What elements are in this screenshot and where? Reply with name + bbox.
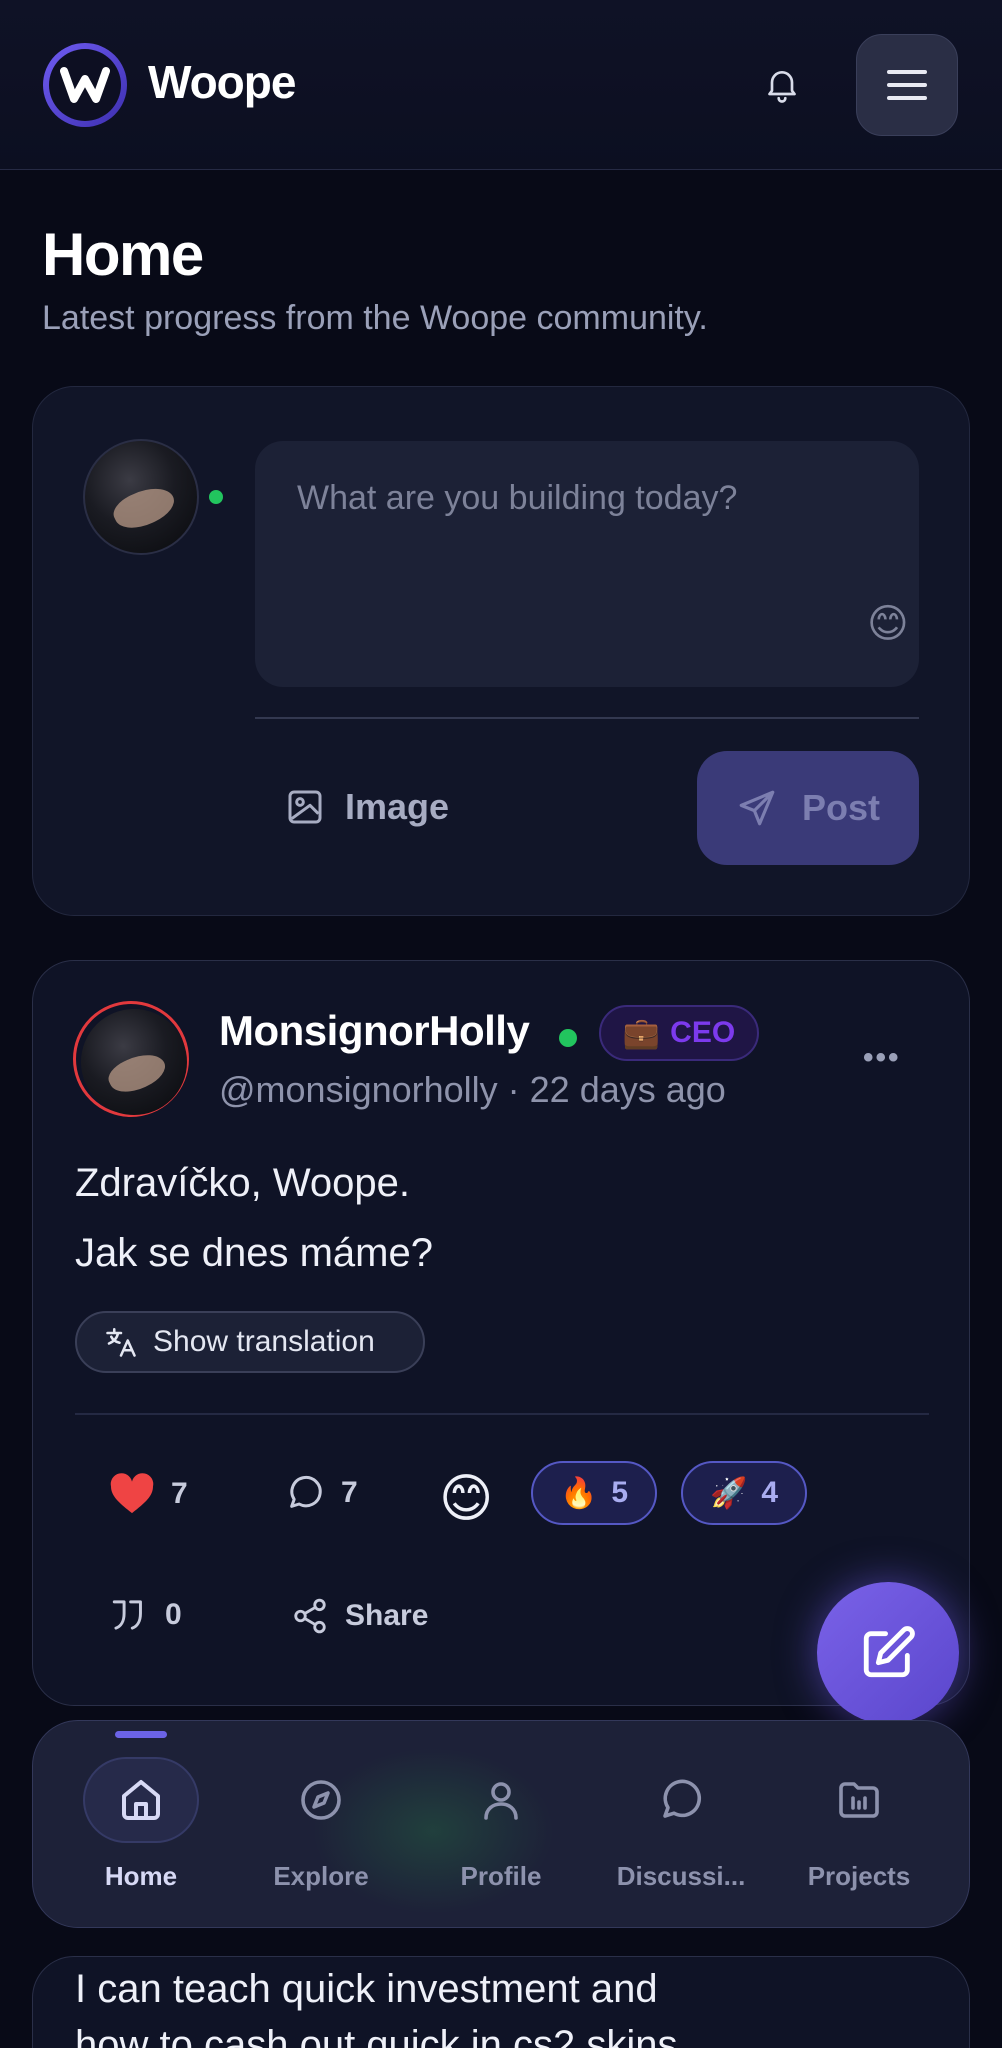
quote-icon <box>112 1600 142 1630</box>
reaction-pill-fire[interactable]: 🔥 5 <box>531 1461 657 1525</box>
translation-label: Show translation <box>153 1325 375 1358</box>
edit-icon <box>863 1626 915 1678</box>
translate-icon <box>106 1327 136 1357</box>
reaction-pill-rocket[interactable]: 🚀 4 <box>681 1461 807 1525</box>
rocket-icon: 🚀 <box>709 1476 748 1510</box>
menu-button[interactable] <box>856 34 958 136</box>
reaction-count: 4 <box>761 1476 779 1509</box>
brand-name: Woope <box>148 56 296 108</box>
reaction-count: 5 <box>611 1476 629 1509</box>
user-avatar[interactable] <box>83 439 199 555</box>
fire-icon: 🔥 <box>559 1476 598 1510</box>
heart-icon <box>110 1473 154 1514</box>
post-text-line: Zdravíčko, Woope. <box>75 1161 410 1205</box>
hamburger-icon <box>887 70 927 100</box>
post-text-line: how to cash out quick in cs2 skins <box>75 2023 678 2048</box>
bottom-navigation: Home Explore Profile Discussi... Project… <box>32 1720 970 1928</box>
nav-label: Profile <box>460 1861 542 1891</box>
online-indicator <box>209 490 223 504</box>
ceo-badge: 💼 CEO <box>599 1005 759 1061</box>
notifications-button[interactable] <box>760 62 804 106</box>
add-image-button[interactable]: Image <box>285 777 449 837</box>
nav-label: Explore <box>273 1861 369 1891</box>
send-icon <box>739 790 775 826</box>
author-online-indicator <box>559 1029 577 1047</box>
comment-icon <box>290 1475 322 1508</box>
compose-fab-button[interactable] <box>817 1582 959 1724</box>
nav-label: Discussi... <box>616 1861 746 1891</box>
quote-button[interactable]: 0 <box>109 1597 182 1633</box>
emoji-picker-icon[interactable]: 😊 <box>867 601 909 647</box>
page-title: Home <box>42 221 204 288</box>
nav-label: Projects <box>807 1861 911 1891</box>
page-subtitle: Latest progress from the Woope community… <box>42 299 708 337</box>
show-translation-button[interactable]: Show translation <box>75 1311 425 1373</box>
author-name[interactable]: MonsignorHolly <box>219 1007 530 1055</box>
comment-count: 7 <box>341 1476 358 1509</box>
briefcase-icon: 💼 <box>622 1016 661 1050</box>
top-bar: Woope <box>0 0 1002 170</box>
like-count: 7 <box>171 1477 188 1510</box>
post-card: I can teach quick investment and how to … <box>32 1956 970 2048</box>
post-button[interactable]: Post <box>697 751 919 865</box>
compass-icon <box>301 1780 341 1820</box>
folder-icon <box>839 1782 879 1818</box>
divider <box>255 717 919 719</box>
post-text-line: I can teach quick investment and <box>75 1967 658 2011</box>
post-text-line: Jak se dnes máme? <box>75 1231 433 1275</box>
share-label: Share <box>345 1599 429 1632</box>
chat-icon <box>663 1779 702 1818</box>
post-card: MonsignorHolly 💼 CEO ••• @monsignorholly… <box>32 960 970 1706</box>
woope-logo[interactable] <box>43 43 127 127</box>
nav-tab-discussions[interactable]: Discussi... <box>591 1757 771 1907</box>
active-tab-indicator <box>115 1731 167 1738</box>
share-icon <box>294 1598 326 1634</box>
post-composer: What are you building today? 😊 Image Pos… <box>32 386 970 916</box>
comment-button[interactable]: 7 <box>285 1473 358 1513</box>
share-button[interactable]: Share <box>291 1597 428 1635</box>
home-icon <box>122 1780 160 1820</box>
quote-count: 0 <box>165 1598 182 1631</box>
nav-tab-projects[interactable]: Projects <box>769 1757 949 1907</box>
author-handle: @monsignorholly · 22 days ago <box>219 1069 726 1110</box>
composer-placeholder: What are you building today? <box>297 479 738 517</box>
post-button-label: Post <box>801 787 880 828</box>
like-button[interactable]: 7 <box>109 1473 188 1515</box>
more-options-button[interactable]: ••• <box>863 1041 901 1075</box>
author-avatar[interactable] <box>81 1009 187 1115</box>
badge-label: CEO <box>670 1016 736 1049</box>
nav-label: Home <box>104 1861 178 1891</box>
add-reaction-button[interactable]: 😊 <box>439 1469 493 1529</box>
nav-tab-profile[interactable]: Profile <box>411 1757 591 1907</box>
image-icon <box>288 790 322 824</box>
w-logo-icon <box>60 67 110 103</box>
divider <box>75 1413 929 1415</box>
nav-tab-home[interactable]: Home <box>51 1757 231 1907</box>
user-icon <box>484 1782 518 1820</box>
bell-icon <box>768 71 796 103</box>
nav-tab-explore[interactable]: Explore <box>231 1757 411 1907</box>
image-button-label: Image <box>345 786 450 827</box>
post-text-input[interactable]: What are you building today? 😊 <box>255 441 919 687</box>
